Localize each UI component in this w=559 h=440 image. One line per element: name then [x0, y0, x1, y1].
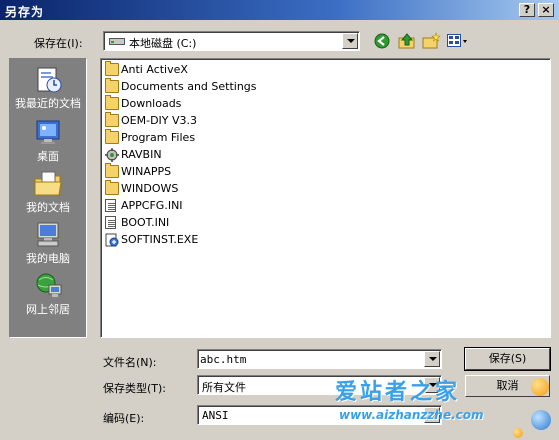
- watermark-logo-text: 爱站者之家: [335, 380, 461, 405]
- close-button[interactable]: ×: [538, 3, 554, 17]
- place-my-computer[interactable]: 我的电脑: [10, 218, 86, 268]
- filename-label: 文件名(N):: [103, 356, 157, 369]
- my-computer-icon: [32, 220, 64, 250]
- back-icon[interactable]: [373, 32, 393, 50]
- drive-icon: [109, 36, 125, 45]
- view-menu-icon[interactable]: [446, 32, 470, 50]
- new-folder-icon[interactable]: [421, 32, 441, 50]
- recent-documents-icon: [32, 65, 64, 95]
- folder-icon: [105, 78, 119, 93]
- location-value: 本地磁盘 (C:): [129, 37, 197, 50]
- folder-icon: [105, 163, 119, 178]
- save-in-label: 保存在(I):: [34, 37, 83, 50]
- my-documents-icon: [32, 169, 64, 199]
- folder-icon: [105, 61, 119, 76]
- desktop-icon: [32, 118, 64, 148]
- encoding-value: ANSI: [202, 409, 229, 422]
- filetype-value: 所有文件: [202, 381, 246, 394]
- place-label: 我的文档: [26, 201, 70, 214]
- encoding-label: 编码(E):: [103, 412, 145, 425]
- ini-file-icon: [105, 216, 116, 229]
- watermark-url: www.aizhanzzhe.com: [339, 408, 484, 422]
- location-combobox[interactable]: 本地磁盘 (C:): [103, 31, 360, 51]
- filename-dropdown-button[interactable]: [424, 351, 440, 367]
- file-list[interactable]: Anti ActiveX Documents and Settings Down…: [100, 58, 551, 338]
- save-as-dialog: 另存为 ? × 保存在(I): 本地磁盘 (C:) 我最近的文档 桌面 我的文档…: [0, 0, 559, 440]
- place-label: 我的电脑: [26, 252, 70, 265]
- help-button[interactable]: ?: [519, 3, 535, 17]
- gear-folder-icon: [105, 148, 119, 162]
- filename-input[interactable]: [200, 352, 420, 366]
- window-title: 另存为: [5, 5, 45, 19]
- place-network[interactable]: 网上邻居: [10, 269, 86, 319]
- place-desktop[interactable]: 桌面: [10, 116, 86, 166]
- network-places-icon: [32, 271, 64, 301]
- exe-file-icon: [105, 233, 119, 247]
- filetype-label: 保存类型(T):: [103, 382, 167, 395]
- blue-ball-icon: [531, 410, 551, 430]
- watermark: 爱站者之家 www.aizhanzzhe.com: [335, 372, 557, 440]
- places-bar: 我最近的文档 桌面 我的文档 我的电脑 网上邻居: [9, 58, 87, 338]
- folder-icon: [105, 129, 119, 144]
- folder-icon: [105, 180, 119, 195]
- place-recent-documents[interactable]: 我最近的文档: [10, 63, 86, 113]
- up-folder-icon[interactable]: [397, 32, 417, 50]
- location-dropdown-button[interactable]: [342, 33, 358, 49]
- ini-file-icon: [105, 199, 116, 212]
- filename-combobox[interactable]: [197, 349, 442, 369]
- place-my-documents[interactable]: 我的文档: [10, 167, 86, 217]
- orange-small-ball-icon: [513, 428, 523, 438]
- place-label: 桌面: [37, 150, 59, 163]
- orange-ball-icon: [531, 378, 549, 396]
- folder-icon: [105, 95, 119, 110]
- place-label: 我最近的文档: [15, 97, 81, 110]
- place-label: 网上邻居: [26, 303, 70, 316]
- save-button[interactable]: 保存(S): [464, 347, 551, 371]
- title-bar: 另存为 ? ×: [0, 0, 559, 20]
- folder-icon: [105, 112, 119, 127]
